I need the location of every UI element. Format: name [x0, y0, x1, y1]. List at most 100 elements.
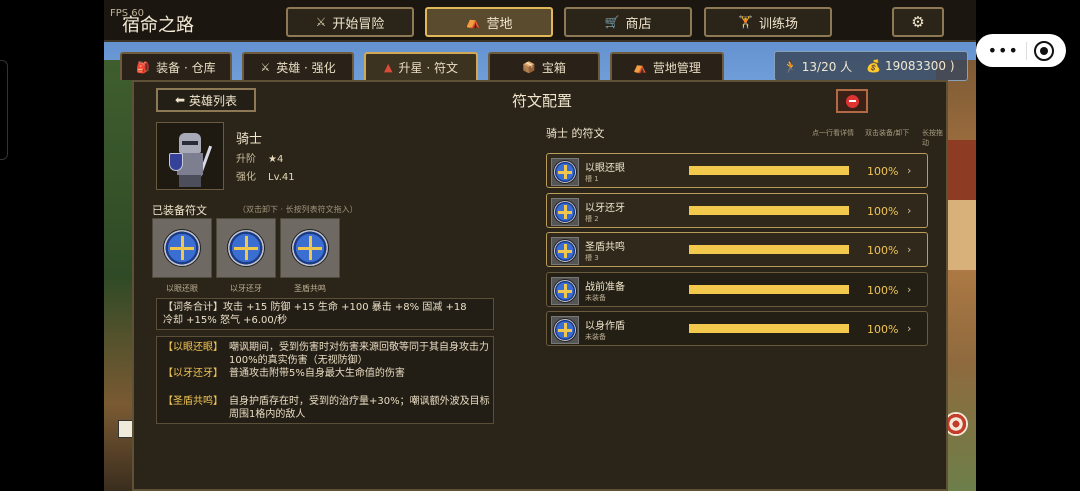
tab-chest[interactable]: 📦 宝箱 — [488, 52, 600, 80]
summary-line: 冷却 +15% 怒气 +6.00/秒 — [163, 315, 288, 326]
chevron-right-icon: › — [907, 322, 912, 335]
chevron-right-icon: › — [907, 283, 912, 296]
rune-percent: 100% — [867, 244, 899, 257]
rune-icon-frame — [551, 316, 579, 344]
rune-slot-status: 槽 2 — [585, 215, 599, 223]
rune-slot-status: 未装备 — [585, 294, 606, 302]
description-name: 【以眼还眼】 — [163, 342, 223, 353]
rune-row[interactable]: 以牙还牙 槽 2 100% › — [546, 193, 928, 228]
money-bag-icon: 💰 — [866, 59, 882, 73]
equipped-rune-slot-1[interactable] — [152, 218, 212, 278]
description-text: 嘲讽期间，受到伤害时对伤害来源回敬等同于其自身攻击力100%的真实伤害（无视防御… — [229, 342, 489, 366]
tab-label: 宝箱 — [541, 60, 566, 75]
rune-progress-fill — [689, 206, 849, 215]
rune-icon — [291, 229, 329, 267]
close-panel-button[interactable] — [836, 89, 868, 113]
equipped-runes-hint: （双击卸下 · 长按列表符文拖入） — [238, 205, 358, 214]
hero-enhance: 强化 Lv.41 — [236, 168, 295, 183]
close-target-icon[interactable] — [1034, 40, 1055, 61]
up-arrow-icon: ▲ — [384, 60, 393, 74]
stat-summary: 【词条合计】攻击 +15 防御 +15 生命 +100 暴击 +8% 固减 +1… — [156, 298, 494, 330]
rune-percent: 100% — [867, 323, 899, 336]
equipped-rune-slot-2[interactable] — [216, 218, 276, 278]
rune-progress-bar — [689, 324, 849, 333]
equipped-rune-slot-3[interactable] — [280, 218, 340, 278]
rune-list-hint: 双击装备/卸下 — [865, 129, 910, 137]
rune-icon — [553, 160, 577, 184]
rune-icon — [553, 239, 577, 263]
top-bar: FPS 60 宿命之路 ⚔ 开始冒险 ⛺ 营地 🛒 商店 🏋 训练场 ⚙ — [104, 0, 976, 42]
rune-row[interactable]: 以眼还眼 槽 1 100% › — [546, 153, 928, 188]
gear-icon: ⚙ — [911, 13, 925, 31]
nav-label: 开始冒险 — [332, 16, 385, 32]
rune-slot-status: 槽 1 — [585, 175, 599, 183]
tab-label: 装备 · 仓库 — [156, 60, 216, 75]
rune-progress-fill — [689, 245, 849, 254]
rank-label: 升阶 — [236, 154, 256, 165]
rune-progress-bar — [689, 166, 849, 175]
description-text: 普通攻击附带5%自身最大生命值的伤害 — [229, 368, 405, 379]
rune-row[interactable]: 战前准备 未装备 100% › — [546, 272, 928, 307]
rune-icon — [227, 229, 265, 267]
rune-row[interactable]: 圣盾共鸣 槽 3 100% › — [546, 232, 928, 267]
chevron-right-icon: › — [907, 164, 912, 177]
rank-value: ★4 — [268, 154, 284, 165]
description-name: 【圣盾共鸣】 — [163, 396, 223, 407]
tab-hero-enhance[interactable]: ⚔ 英雄 · 强化 — [242, 52, 354, 80]
rune-config-panel: ⬅ 英雄列表 符文配置 骑士 升阶 ★4 强化 Lv.41 已装备符文 （双击卸下 … — [132, 80, 948, 491]
nav-label: 商店 — [625, 16, 652, 32]
nav-camp-button[interactable]: ⛺ 营地 — [425, 7, 553, 37]
weightlifter-icon: 🏋 — [738, 15, 753, 29]
population-display: 🏃 13/20 人 — [783, 58, 852, 75]
population-value: 13/20 人 — [801, 59, 853, 74]
rune-row[interactable]: 以身作盾 未装备 100% › — [546, 311, 928, 346]
rune-progress-bar — [689, 245, 849, 254]
tab-label: 英雄 · 强化 — [276, 60, 336, 75]
rune-icon — [553, 279, 577, 303]
no-entry-icon — [845, 94, 859, 108]
rune-icon — [553, 318, 577, 342]
chest-icon: 📦 — [522, 60, 536, 74]
rune-icon-frame — [551, 277, 579, 305]
rune-progress-bar — [689, 285, 849, 294]
knight-visor — [182, 141, 198, 145]
slot-label: 以牙还牙 — [230, 284, 262, 293]
capsule-divider — [1026, 41, 1028, 60]
enhance-value: Lv.41 — [268, 172, 295, 183]
rune-slot-status: 槽 3 — [585, 254, 599, 262]
hero-portrait — [156, 122, 224, 190]
panel-title: 符文配置 — [511, 92, 572, 110]
rune-progress-bar — [689, 206, 849, 215]
chevron-right-icon: › — [907, 204, 912, 217]
nav-shop-button[interactable]: 🛒 商店 — [564, 7, 692, 37]
tab-camp-management[interactable]: ⛺ 营地管理 — [610, 52, 724, 80]
resource-bar: 🏃 13/20 人 💰 19083300 ) — [774, 51, 968, 81]
tab-label: 升星 · 符文 — [398, 60, 458, 75]
rune-icon-frame — [551, 237, 579, 265]
tab-star-rune[interactable]: ▲ 升星 · 符文 — [364, 52, 478, 80]
nav-start-adventure-button[interactable]: ⚔ 开始冒险 — [286, 7, 414, 37]
tab-equipment-storage[interactable]: 🎒 装备 · 仓库 — [120, 52, 232, 80]
enhance-label: 强化 — [236, 172, 256, 183]
runner-icon: 🏃 — [783, 59, 798, 74]
description-text: 自身护盾存在时，受到的治疗量+30%；嘲讽额外波及目标周围1格内的敌人 — [229, 396, 490, 420]
hero-name: 骑士 — [236, 132, 263, 147]
nav-training-button[interactable]: 🏋 训练场 — [704, 7, 832, 37]
rune-list-hint: 点一行看详情 — [812, 129, 854, 137]
rune-icon-frame — [551, 198, 579, 226]
rune-descriptions: 【以眼还眼】 嘲讽期间，受到伤害时对伤害来源回敬等同于其自身攻击力100%的真实… — [156, 336, 494, 424]
swords-icon: ⚔ — [260, 60, 271, 74]
rune-progress-fill — [689, 324, 849, 333]
summary-line: 【词条合计】攻击 +15 防御 +15 生命 +100 暴击 +8% 固减 +1… — [163, 302, 467, 313]
house-wall — [946, 200, 976, 270]
tent-icon: ⛺ — [633, 60, 647, 74]
description-name: 【以牙还牙】 — [163, 368, 223, 379]
equipped-runes-title: 已装备符文 — [152, 204, 207, 217]
knight-shield — [169, 153, 183, 171]
rune-percent: 100% — [867, 284, 899, 297]
more-options-button[interactable]: ••• — [988, 41, 1019, 60]
slot-label: 圣盾共鸣 — [294, 284, 326, 293]
settings-button[interactable]: ⚙ — [892, 7, 944, 37]
rune-icon — [553, 200, 577, 224]
backpack-icon: 🎒 — [136, 60, 151, 74]
